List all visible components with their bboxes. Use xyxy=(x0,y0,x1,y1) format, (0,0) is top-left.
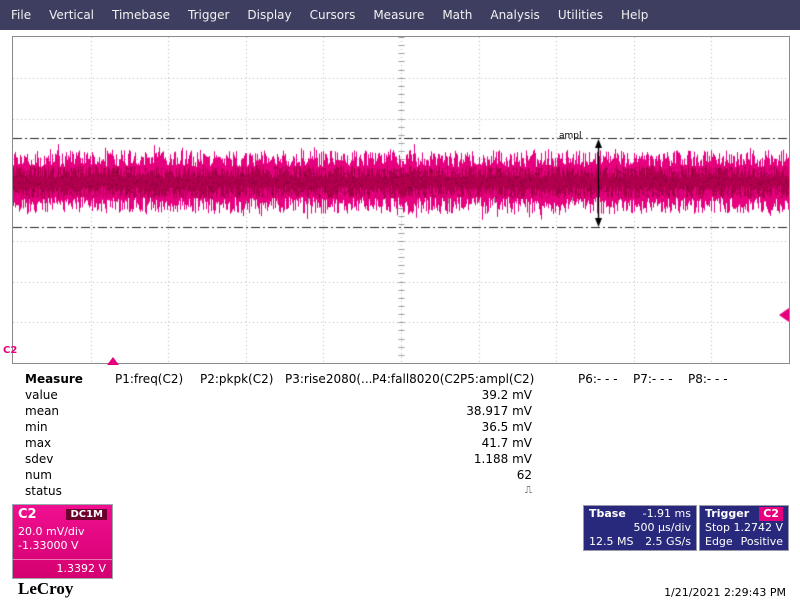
p5-sdev: 1.188 mV xyxy=(473,452,532,466)
menu-help[interactable]: Help xyxy=(612,8,657,22)
tbase-scale: 500 µs/div xyxy=(633,521,691,534)
measure-col-p6[interactable]: P6:- - - xyxy=(578,372,633,388)
measure-row-value: value xyxy=(25,388,58,402)
measure-col-p8[interactable]: P8:- - - xyxy=(688,372,738,388)
ampl-annotation: ampl xyxy=(559,131,582,141)
measure-panel-title: Measure xyxy=(25,372,83,386)
menu-trigger[interactable]: Trigger xyxy=(179,8,238,22)
measure-row-sdev: sdev xyxy=(25,452,54,466)
menu-vertical[interactable]: Vertical xyxy=(40,8,103,22)
trigger-source-badge: C2 xyxy=(759,507,783,521)
menu-timebase[interactable]: Timebase xyxy=(103,8,179,22)
measure-col-p3[interactable]: P3:rise2080(... xyxy=(285,372,372,388)
trigger-level: 1.2742 V xyxy=(733,521,783,534)
tbase-delay: -1.91 ms xyxy=(642,507,691,520)
menu-display[interactable]: Display xyxy=(238,8,300,22)
menu-file[interactable]: File xyxy=(2,8,40,22)
measure-row-status: status xyxy=(25,484,62,498)
p5-status-icon: ⎍ xyxy=(525,485,532,496)
oscilloscope-screen: File Vertical Timebase Trigger Display C… xyxy=(0,0,800,600)
measure-col-p7[interactable]: P7:- - - xyxy=(633,372,688,388)
measure-col-p2[interactable]: P2:pkpk(C2) xyxy=(200,372,285,388)
vertical-offset: -1.33000 V xyxy=(18,539,79,552)
trigger-slope: Positive xyxy=(740,535,783,548)
measure-row-num: num xyxy=(25,468,52,482)
vertical-scale: 20.0 mV/div xyxy=(18,525,85,538)
menu-analysis[interactable]: Analysis xyxy=(481,8,548,22)
trigger-delay-marker[interactable] xyxy=(107,357,119,365)
menu-utilities[interactable]: Utilities xyxy=(549,8,612,22)
menu-math[interactable]: Math xyxy=(433,8,481,22)
tbase-rate: 2.5 GS/s xyxy=(645,535,691,548)
coupling-badge: DC1M xyxy=(66,509,107,520)
tbase-label: Tbase xyxy=(589,507,626,520)
p5-max: 41.7 mV xyxy=(481,436,532,450)
menu-cursors[interactable]: Cursors xyxy=(301,8,365,22)
trigger-label: Trigger xyxy=(705,507,750,520)
waveform-display[interactable]: ampl xyxy=(12,36,790,364)
p5-min: 36.5 mV xyxy=(481,420,532,434)
measure-col-p1[interactable]: P1:freq(C2) xyxy=(115,372,200,388)
channel-descriptor-c2[interactable]: C2 DC1M 20.0 mV/div -1.33000 V 1.3392 V xyxy=(12,504,113,579)
trigger-mode: Stop xyxy=(705,521,731,534)
datetime-display: 1/21/2021 2:29:43 PM xyxy=(664,586,786,599)
measure-row-mean: mean xyxy=(25,404,60,418)
channel-name: C2 xyxy=(18,507,37,522)
timebase-descriptor[interactable]: Tbase -1.91 ms 500 µs/div 12.5 MS 2.5 GS… xyxy=(583,505,697,551)
measure-col-p4[interactable]: P4:fall8020(C2) xyxy=(372,372,460,388)
measure-table: Measure P1:freq(C2) P2:pkpk(C2) P3:rise2… xyxy=(25,372,738,500)
measure-row-min: min xyxy=(25,420,48,434)
waveform-canvas xyxy=(13,37,789,363)
measure-row-max: max xyxy=(25,436,52,450)
lecroy-logo: LeCroy xyxy=(18,579,73,600)
p5-num: 62 xyxy=(516,468,532,482)
channel-level-readout: 1.3392 V xyxy=(13,559,112,578)
p5-value: 39.2 mV xyxy=(481,388,532,402)
p5-mean: 38.917 mV xyxy=(466,404,532,418)
trigger-type: Edge xyxy=(705,535,733,548)
tbase-samples: 12.5 MS xyxy=(589,535,634,548)
channel-axis-label: C2 xyxy=(3,345,18,356)
menu-bar: File Vertical Timebase Trigger Display C… xyxy=(0,0,800,30)
menu-measure[interactable]: Measure xyxy=(364,8,433,22)
measure-col-p5[interactable]: P5:ampl(C2) xyxy=(460,372,578,388)
trigger-descriptor[interactable]: Trigger C2 Stop 1.2742 V Edge Positive xyxy=(699,505,789,551)
